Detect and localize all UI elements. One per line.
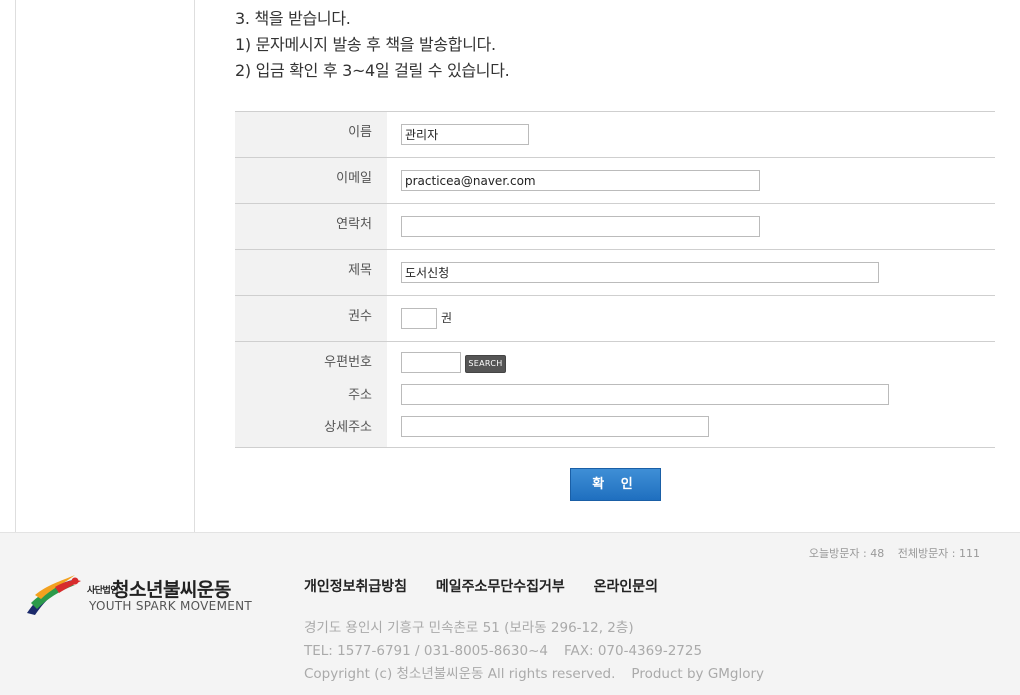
zip-search-button[interactable]: SEARCH <box>465 355 506 373</box>
instruction-step-title: 3. 책을 받습니다. <box>235 9 351 28</box>
phone-label: 연락처 <box>235 204 387 249</box>
name-input[interactable] <box>401 124 529 145</box>
footer-links: 개인정보취급방침 메일주소무단수집거부 온라인문의 <box>304 576 682 596</box>
instruction-item: 2) 입금 확인 후 3~4일 걸릴 수 있습니다. <box>235 61 510 80</box>
quantity-input[interactable] <box>401 308 437 329</box>
sidebar-divider <box>194 0 195 532</box>
logo-english: YOUTH SPARK MOVEMENT <box>89 599 253 613</box>
spark-logo-icon <box>27 575 81 615</box>
site-logo[interactable]: 사단법인청소년불씨운동 YOUTH SPARK MOVEMENT <box>25 573 265 619</box>
instruction-item: 1) 문자메시지 발송 후 책을 발송합니다. <box>235 35 496 54</box>
main-content: 3. 책을 받습니다. 1) 문자메시지 발송 후 책을 발송합니다. 2) 입… <box>0 0 1020 532</box>
address-label: 주소 <box>348 388 372 403</box>
email-input[interactable] <box>401 170 760 191</box>
logo-name: 청소년불씨운동 <box>112 579 231 601</box>
form-row-subject: 제목 <box>235 250 995 296</box>
form-row-email: 이메일 <box>235 158 995 204</box>
name-label: 이름 <box>235 112 387 157</box>
email-collection-refusal-link[interactable]: 메일주소무단수집거부 <box>436 579 565 595</box>
address-input[interactable] <box>401 384 889 405</box>
form-row-quantity: 권수 권 <box>235 296 995 342</box>
detail-address-input[interactable] <box>401 416 709 437</box>
privacy-policy-link[interactable]: 개인정보취급방침 <box>304 579 407 595</box>
book-request-form: 이름 이메일 연락처 제목 권수 권 <box>235 111 995 448</box>
left-divider <box>15 0 16 532</box>
logo-corp-label: 사단법인 <box>87 585 119 596</box>
detail-address-label: 상세주소 <box>324 420 372 435</box>
form-row-phone: 연락처 <box>235 204 995 250</box>
visits-today: 오늘방문자 : 48 <box>808 547 885 560</box>
footer-product-by: Product by GMglory <box>631 666 765 682</box>
visitor-counter: 오늘방문자 : 48 전체방문자 : 111 <box>799 545 980 561</box>
zip-label: 우편번호 <box>324 355 372 370</box>
phone-input[interactable] <box>401 216 760 237</box>
footer-info: 경기도 용인시 기흥구 민속촌로 51 (보라동 296-12, 2층) TEL… <box>304 617 764 686</box>
email-label: 이메일 <box>235 158 387 203</box>
visits-total: 전체방문자 : 111 <box>897 547 980 560</box>
zip-input[interactable] <box>401 352 461 373</box>
subject-label: 제목 <box>235 250 387 295</box>
form-row-name: 이름 <box>235 112 995 158</box>
footer-address: 경기도 용인시 기흥구 민속촌로 51 (보라동 296-12, 2층) <box>304 620 634 636</box>
footer-copyright: Copyright (c) 청소년불씨운동 All rights reserve… <box>304 666 616 682</box>
footer-fax: FAX: 070-4369-2725 <box>563 643 703 659</box>
quantity-unit: 권 <box>441 311 453 325</box>
confirm-button[interactable]: 확 인 <box>570 468 661 501</box>
quantity-label: 권수 <box>235 296 387 341</box>
footer: 오늘방문자 : 48 전체방문자 : 111 사단법인청소년불씨운동 YOUTH… <box>0 532 1020 695</box>
instructions-list: 3. 책을 받습니다. 1) 문자메시지 발송 후 책을 발송합니다. 2) 입… <box>235 6 510 84</box>
online-inquiry-link[interactable]: 온라인문의 <box>594 579 658 595</box>
form-row-address: 우편번호 주소 상세주소 SEARCH <box>235 342 995 448</box>
subject-input[interactable] <box>401 262 879 283</box>
footer-tel: TEL: 1577-6791 / 031-8005-8630~4 <box>304 643 548 659</box>
